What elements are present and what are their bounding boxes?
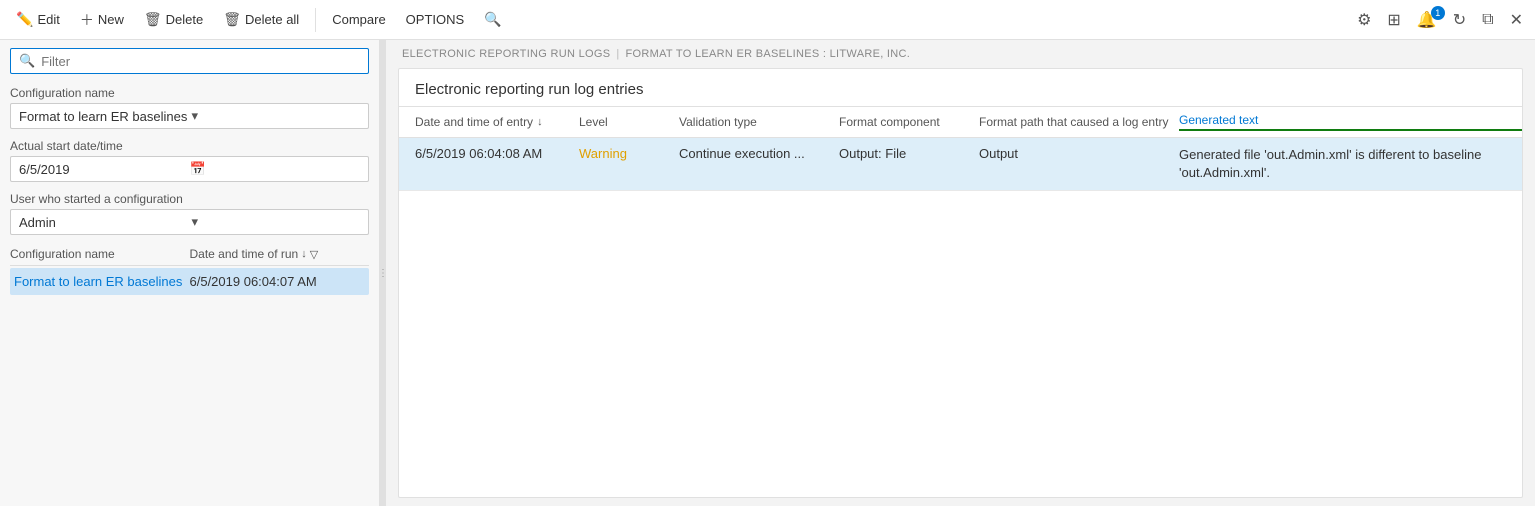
log-header-format: Format component <box>839 115 979 129</box>
breadcrumb-part2: FORMAT TO LEARN ER BASELINES : LITWARE, … <box>626 48 911 60</box>
user-label: User who started a configuration <box>10 192 369 206</box>
edit-icon: ✏️ <box>16 11 33 28</box>
config-name-chevron: ▾ <box>192 108 361 124</box>
log-table-header: Date and time of entry ↓ Level Validatio… <box>399 107 1522 138</box>
search-button[interactable]: 🔍 <box>476 7 509 32</box>
actual-start-date[interactable]: 6/5/2019 📅 <box>10 156 369 182</box>
log-container: Electronic reporting run log entries Dat… <box>398 68 1523 498</box>
edit-button[interactable]: ✏️ Edit <box>8 7 68 32</box>
actual-start-group: Actual start date/time 6/5/2019 📅 <box>0 133 379 186</box>
plus-icon: ＋ <box>80 10 94 30</box>
delete-all-icon: 🗑 <box>223 11 241 28</box>
toolbar-separator <box>315 8 316 32</box>
left-header-config: Configuration name <box>10 247 190 261</box>
log-cell-format: Output: File <box>839 146 979 161</box>
toolbar: ✏️ Edit ＋ New 🗑 Delete 🗑 Delete all Comp… <box>0 0 1535 40</box>
user-value: Admin <box>19 215 188 230</box>
breadcrumb-part1: ELECTRONIC REPORTING RUN LOGS <box>402 48 610 60</box>
filter-funnel-icon: ▽ <box>310 248 318 261</box>
office-icon[interactable]: ⊞ <box>1383 6 1404 34</box>
log-header-level: Level <box>579 115 679 129</box>
main-layout: 🔍 Configuration name Format to learn ER … <box>0 40 1535 506</box>
log-sort-icon: ↓ <box>537 116 543 128</box>
sort-desc-icon: ↓ <box>301 248 307 260</box>
left-table-row[interactable]: Format to learn ER baselines 6/5/2019 06… <box>10 268 369 295</box>
open-external-icon[interactable]: ⧉ <box>1478 7 1497 33</box>
left-row-config-value: Format to learn ER baselines <box>14 274 190 289</box>
left-table-section: Configuration name Date and time of run … <box>0 239 379 506</box>
log-cell-level: Warning <box>579 146 679 161</box>
user-dropdown[interactable]: Admin ▾ <box>10 209 369 235</box>
config-name-group: Configuration name Format to learn ER ba… <box>0 80 379 133</box>
filter-input[interactable] <box>41 54 360 69</box>
left-row-date-value: 6/5/2019 06:04:07 AM <box>190 274 366 289</box>
user-group: User who started a configuration Admin ▾ <box>0 186 379 239</box>
search-icon: 🔍 <box>484 11 501 28</box>
log-header-validation: Validation type <box>679 115 839 129</box>
log-title: Electronic reporting run log entries <box>399 69 1522 107</box>
new-button[interactable]: ＋ New <box>72 6 132 34</box>
log-cell-generated: Generated file 'out.Admin.xml' is differ… <box>1179 146 1522 182</box>
notification-area[interactable]: 🔔 1 <box>1413 10 1441 30</box>
close-icon[interactable]: ✕ <box>1506 6 1527 34</box>
filter-box: 🔍 <box>10 48 369 74</box>
log-header-generated: Generated text <box>1179 113 1522 131</box>
actual-start-value: 6/5/2019 <box>19 162 190 177</box>
config-name-label: Configuration name <box>10 86 369 100</box>
log-table: Date and time of entry ↓ Level Validatio… <box>399 107 1522 497</box>
config-name-dropdown[interactable]: Format to learn ER baselines ▾ <box>10 103 369 129</box>
delete-all-button[interactable]: 🗑 Delete all <box>215 7 307 32</box>
refresh-icon[interactable]: ↻ <box>1449 6 1470 34</box>
calendar-icon: 📅 <box>190 161 361 177</box>
toolbar-right: ⚙ ⊞ 🔔 1 ↻ ⧉ ✕ <box>1353 6 1527 34</box>
log-header-path: Format path that caused a log entry <box>979 115 1179 129</box>
filter-search-icon: 🔍 <box>19 53 35 69</box>
left-table-header: Configuration name Date and time of run … <box>10 247 369 266</box>
log-cell-date: 6/5/2019 06:04:08 AM <box>399 146 579 161</box>
settings-icon[interactable]: ⚙ <box>1353 6 1375 34</box>
compare-button[interactable]: Compare <box>324 8 393 31</box>
log-cell-path: Output <box>979 146 1179 161</box>
breadcrumb-separator: | <box>616 48 619 60</box>
actual-start-label: Actual start date/time <box>10 139 369 153</box>
delete-button[interactable]: 🗑 Delete <box>136 7 211 32</box>
log-cell-validation: Continue execution ... <box>679 146 839 161</box>
left-header-date: Date and time of run ↓ ▽ <box>190 247 370 261</box>
options-button[interactable]: OPTIONS <box>398 8 473 31</box>
delete-icon: 🗑 <box>144 11 162 28</box>
config-name-value: Format to learn ER baselines <box>19 109 188 124</box>
log-table-row[interactable]: 6/5/2019 06:04:08 AM Warning Continue ex… <box>399 138 1522 191</box>
right-panel: ELECTRONIC REPORTING RUN LOGS | FORMAT T… <box>386 40 1535 506</box>
log-header-date: Date and time of entry ↓ <box>399 115 579 129</box>
user-chevron: ▾ <box>192 214 361 230</box>
breadcrumb: ELECTRONIC REPORTING RUN LOGS | FORMAT T… <box>386 40 1535 68</box>
left-panel: 🔍 Configuration name Format to learn ER … <box>0 40 380 506</box>
notification-badge: 1 <box>1431 6 1445 20</box>
